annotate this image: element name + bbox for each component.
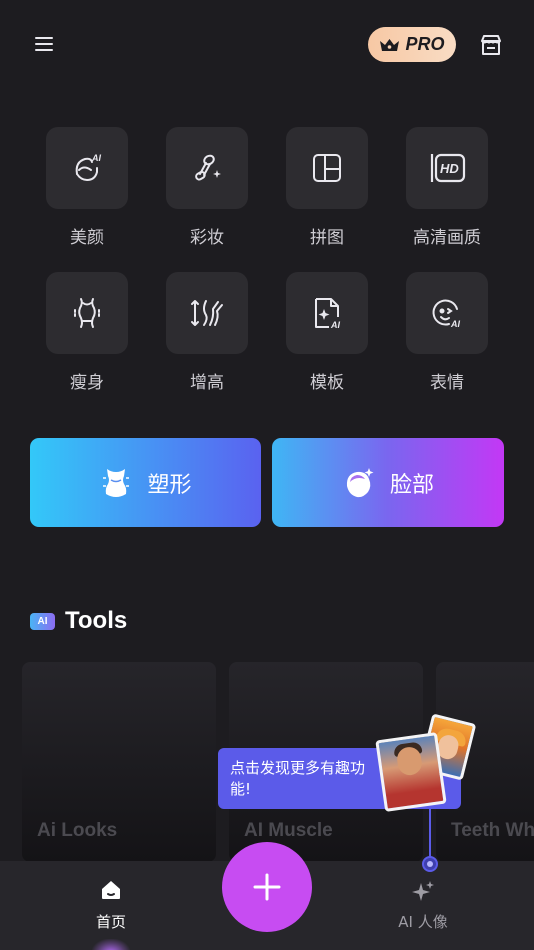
crown-icon — [380, 38, 400, 51]
ai-face-icon: AI — [75, 153, 101, 182]
tools-heading: Tools — [65, 607, 128, 634]
portrait-thumbnail — [375, 732, 447, 812]
face-button[interactable]: 脸部 — [272, 438, 504, 527]
tools-section-title: AI Tools — [30, 607, 127, 635]
feature-template[interactable]: AI 模板 — [286, 272, 368, 393]
tool-card-label: Ai Looks — [37, 820, 118, 841]
hd-icon: HD — [430, 153, 466, 183]
tooltip-text: 点击发现更多有趣功能! — [230, 759, 366, 798]
feature-tile[interactable] — [166, 272, 248, 354]
face-label: 脸部 — [389, 472, 434, 498]
feature-label: 高清画质 — [413, 228, 481, 248]
feature-label: 彩妆 — [190, 228, 224, 248]
ai-template-icon: AI — [315, 298, 340, 330]
pro-label: PRO — [405, 34, 445, 54]
feature-label: 模板 — [310, 373, 344, 393]
feature-beauty[interactable]: AI 美颜 — [46, 127, 128, 248]
feature-slim[interactable]: 瘦身 — [46, 272, 128, 393]
body-slim-icon — [74, 298, 100, 328]
top-bar: PRO — [0, 0, 534, 90]
create-button[interactable] — [222, 842, 312, 932]
body-shape-button[interactable]: 塑形 — [30, 438, 261, 527]
svg-text:AI: AI — [330, 320, 340, 330]
ai-expression-icon: AI — [432, 299, 460, 329]
svg-text:AI: AI — [91, 153, 101, 163]
menu-icon[interactable] — [33, 34, 55, 56]
feature-label: 增高 — [190, 373, 224, 393]
feature-tile[interactable] — [286, 127, 368, 209]
svg-text:AI: AI — [450, 319, 460, 329]
pro-badge[interactable]: PRO — [368, 27, 456, 62]
body-shape-icon — [103, 468, 130, 497]
feature-makeup[interactable]: 彩妆 — [166, 127, 248, 248]
nav-home-label: 首页 — [95, 913, 126, 931]
feature-tile[interactable]: AI — [286, 272, 368, 354]
tooltip-anchor-dot — [422, 856, 438, 872]
ai-chip: AI — [30, 612, 55, 630]
store-icon[interactable] — [478, 32, 504, 58]
home-icon — [102, 881, 120, 899]
tool-card-label: AI Muscle — [244, 820, 333, 841]
svg-text:HD: HD — [440, 161, 459, 176]
feature-tile[interactable]: AI — [46, 127, 128, 209]
collage-icon — [313, 154, 341, 182]
nav-ai-label: AI 人像 — [398, 913, 448, 931]
feature-height[interactable]: 增高 — [166, 272, 248, 393]
nav-home[interactable]: 首页 — [70, 879, 152, 950]
tooltip-connector — [429, 809, 431, 861]
plus-icon — [253, 873, 281, 901]
feature-label: 瘦身 — [70, 373, 104, 393]
tool-card[interactable]: Ai Looks — [22, 662, 216, 862]
feature-tile[interactable] — [46, 272, 128, 354]
tool-card-label: Teeth Wh — [451, 820, 534, 841]
feature-collage[interactable]: 拼图 — [286, 127, 368, 248]
face-icon — [346, 467, 374, 497]
makeup-brush-icon — [195, 154, 221, 181]
feature-expression[interactable]: AI 表情 — [406, 272, 488, 393]
height-increase-icon — [191, 300, 223, 326]
feature-label: 美颜 — [70, 228, 104, 248]
feature-hd[interactable]: HD 高清画质 — [406, 127, 488, 248]
active-indicator — [92, 939, 130, 950]
feature-label: 拼图 — [310, 228, 344, 248]
feature-tile[interactable] — [166, 127, 248, 209]
nav-ai-portrait[interactable]: AI 人像 — [380, 879, 466, 932]
sparkle-icon — [412, 881, 434, 901]
feature-tile[interactable]: AI — [406, 272, 488, 354]
body-shape-label: 塑形 — [147, 472, 192, 498]
feature-label: 表情 — [430, 373, 464, 393]
feature-tile[interactable]: HD — [406, 127, 488, 209]
